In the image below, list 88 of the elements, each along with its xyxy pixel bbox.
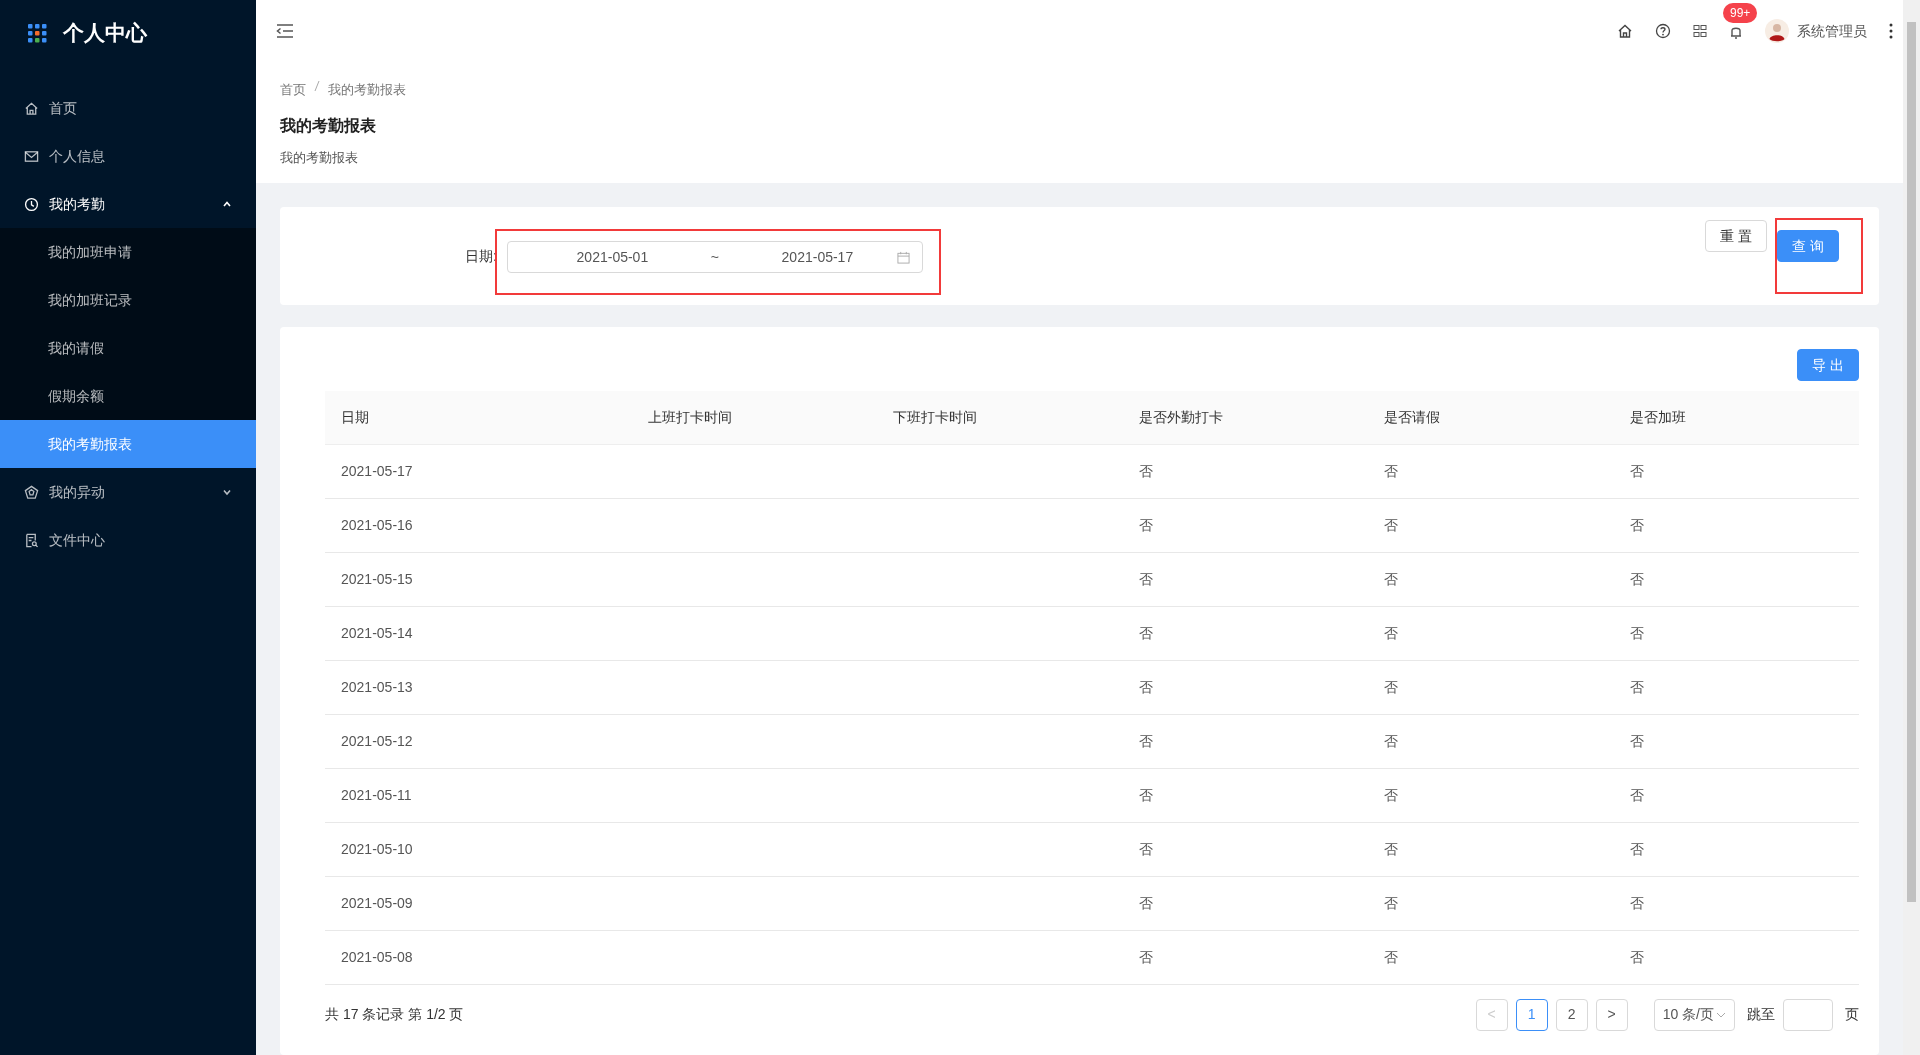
page-title: 我的考勤报表 xyxy=(280,115,377,136)
table-cell: 否 xyxy=(1613,876,1859,930)
next-page-button[interactable]: > xyxy=(1595,998,1628,1031)
table-cell: 否 xyxy=(1368,930,1614,984)
home-icon xyxy=(1617,23,1633,39)
table-cell: 2021-05-10 xyxy=(325,822,632,876)
submenu-item[interactable]: 假期余额 xyxy=(0,372,256,420)
table-cell: 否 xyxy=(1613,444,1859,498)
pentagon-icon xyxy=(24,484,39,500)
document-icon xyxy=(24,532,39,548)
calendar-icon xyxy=(896,250,910,264)
menu-item[interactable]: 我的考勤 xyxy=(0,180,256,228)
table-cell: 否 xyxy=(1122,552,1369,606)
avatar-icon xyxy=(1765,19,1789,43)
user-name[interactable]: 系统管理员 xyxy=(1797,20,1867,42)
table-cell: 否 xyxy=(1122,606,1369,660)
record-summary: 共 17 条记录 第 1/2 页 xyxy=(324,1005,464,1024)
mail-icon xyxy=(24,148,39,164)
more-vertical-icon xyxy=(1889,23,1893,39)
page-button[interactable]: 2 xyxy=(1555,998,1588,1031)
menu-item[interactable]: 个人信息 xyxy=(0,132,256,180)
table-cell: 2021-05-16 xyxy=(325,498,632,552)
menu-icon xyxy=(276,23,294,39)
page-suffix: 页 xyxy=(1845,1005,1859,1024)
page-size-select[interactable]: 10 条/页 xyxy=(1653,998,1735,1031)
table-cell: 否 xyxy=(1368,498,1614,552)
clock-icon xyxy=(24,196,39,212)
table-cell: 2021-05-09 xyxy=(325,876,632,930)
table-cell: 2021-05-12 xyxy=(325,714,632,768)
table-cell: 否 xyxy=(1613,930,1859,984)
column-header: 下班打卡时间 xyxy=(877,391,1123,444)
table-cell: 否 xyxy=(1368,660,1614,714)
table-cell: 否 xyxy=(1122,876,1369,930)
submenu-item[interactable]: 我的加班申请 xyxy=(0,228,256,276)
table-cell: 否 xyxy=(1122,660,1369,714)
table-cell: 2021-05-14 xyxy=(325,606,632,660)
chevron-up-icon xyxy=(222,199,232,209)
grid-icon xyxy=(1693,24,1707,38)
table-cell: 否 xyxy=(1368,606,1614,660)
table-cell: 2021-05-17 xyxy=(325,444,632,498)
breadcrumb-item[interactable]: 首页 xyxy=(280,80,306,100)
table-cell: 否 xyxy=(1368,768,1614,822)
table-cell: 否 xyxy=(1368,822,1614,876)
table-cell: 否 xyxy=(1613,606,1859,660)
table-cell: 否 xyxy=(1613,660,1859,714)
table-cell: 2021-05-08 xyxy=(325,930,632,984)
table-cell: 否 xyxy=(1368,714,1614,768)
table-cell: 否 xyxy=(1368,876,1614,930)
submenu-item[interactable]: 我的加班记录 xyxy=(0,276,256,324)
table-cell: 否 xyxy=(1122,930,1369,984)
table-cell: 否 xyxy=(1613,714,1859,768)
table-cell: 2021-05-13 xyxy=(325,660,632,714)
breadcrumb-separator-icon xyxy=(314,80,320,92)
menu-item[interactable]: 我的异动 xyxy=(0,468,256,516)
column-header: 是否外勤打卡 xyxy=(1122,391,1369,444)
column-header: 日期 xyxy=(325,391,632,444)
column-header: 上班打卡时间 xyxy=(631,391,878,444)
table-cell: 否 xyxy=(1613,822,1859,876)
column-header: 是否加班 xyxy=(1613,391,1859,444)
table-cell: 否 xyxy=(1122,768,1369,822)
table-cell: 否 xyxy=(1122,822,1369,876)
app-title: 个人中心 xyxy=(63,20,147,47)
column-header: 是否请假 xyxy=(1368,391,1614,444)
field-label: 日期: xyxy=(465,246,497,266)
submenu-item[interactable]: 我的请假 xyxy=(0,324,256,372)
chevron-down-icon xyxy=(222,487,232,497)
table-cell: 否 xyxy=(1613,768,1859,822)
table-cell: 否 xyxy=(1613,552,1859,606)
menu-item[interactable]: 首页 xyxy=(0,84,256,132)
breadcrumb-item: 我的考勤报表 xyxy=(328,81,406,99)
menu-item[interactable]: 文件中心 xyxy=(0,516,256,564)
table-cell: 否 xyxy=(1122,498,1369,552)
table-cell: 否 xyxy=(1368,444,1614,498)
table-cell: 2021-05-11 xyxy=(325,768,632,822)
table-cell: 否 xyxy=(1368,552,1614,606)
page-subtitle: 我的考勤报表 xyxy=(280,148,359,167)
help-icon xyxy=(1655,23,1671,39)
table-cell: 否 xyxy=(1613,498,1859,552)
home-icon xyxy=(24,100,39,116)
reset-button[interactable]: 重 置 xyxy=(1705,220,1768,252)
date-range-field[interactable]: 2021-05-01 ~ 2021-05-17 xyxy=(506,241,923,273)
table-cell: 2021-05-15 xyxy=(325,552,632,606)
table-cell: 否 xyxy=(1122,714,1369,768)
notification-count: 99+ xyxy=(1723,2,1758,23)
page-number-input[interactable] xyxy=(1783,998,1833,1031)
table-cell: 否 xyxy=(1122,444,1369,498)
jump-label: 跳至 xyxy=(1747,1005,1775,1024)
grid-logo-icon xyxy=(28,23,47,43)
